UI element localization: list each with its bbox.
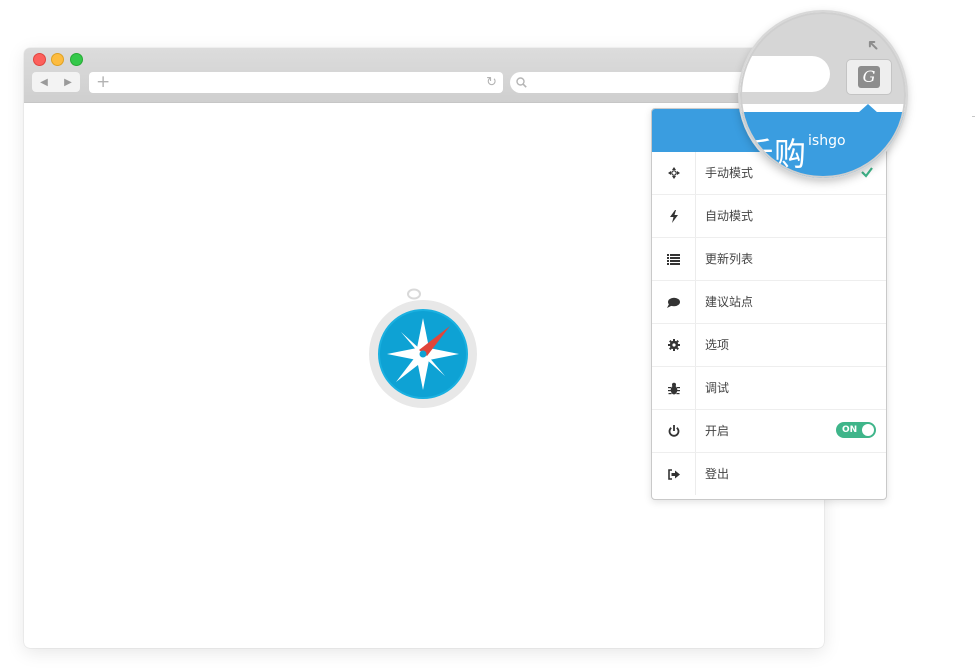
zoom-window-button[interactable] — [70, 53, 83, 66]
nav-buttons: ◀ ▶ — [32, 72, 80, 92]
address-bar[interactable]: + ↻ — [89, 72, 503, 93]
reload-icon[interactable]: ↻ — [486, 72, 497, 93]
sign-out-icon — [652, 453, 695, 495]
minimize-window-button[interactable] — [51, 53, 64, 66]
list-icon — [652, 238, 695, 280]
forward-arrow-icon[interactable]: ▶ — [64, 77, 72, 88]
brand-sup: ishgo — [808, 133, 846, 150]
safari-compass-icon — [369, 288, 477, 408]
search-icon — [516, 77, 527, 88]
power-icon — [652, 410, 695, 452]
magnified-search-bar — [740, 56, 830, 92]
menu-item-suggest-site[interactable]: 建议站点 — [652, 281, 886, 324]
menu-item-logout[interactable]: 登出 — [652, 453, 886, 495]
gear-icon — [652, 324, 695, 366]
magnifier-callout: ➜ G 斤购 ishgo — [740, 12, 906, 178]
enable-toggle[interactable]: ON — [836, 422, 876, 438]
back-arrow-icon[interactable]: ◀ — [40, 77, 48, 88]
popup-menu: 手动模式 自动模式 更新列表 建议站点 选项 调试 开启 ON 登出 — [652, 152, 886, 495]
toggle-state-label: ON — [842, 425, 858, 435]
menu-item-update-list[interactable]: 更新列表 — [652, 238, 886, 281]
plus-icon[interactable]: + — [96, 72, 110, 93]
decorative-dot — [972, 116, 975, 117]
brand-name: 斤购 — [742, 135, 807, 173]
menu-item-auto-mode[interactable]: 自动模式 — [652, 195, 886, 238]
crosshair-icon — [652, 152, 695, 194]
menu-item-debug[interactable]: 调试 — [652, 367, 886, 410]
close-window-button[interactable] — [33, 53, 46, 66]
menu-item-enable[interactable]: 开启 ON — [652, 410, 886, 453]
toggle-knob — [862, 424, 874, 436]
menu-item-label: 选项 — [705, 338, 730, 352]
menu-item-label: 建议站点 — [705, 295, 754, 309]
lightning-icon — [652, 195, 695, 237]
menu-item-label: 登出 — [705, 467, 730, 481]
menu-item-label: 更新列表 — [705, 252, 754, 266]
bug-icon — [652, 367, 695, 409]
browser-toolbar: ◀ ▶ + ↻ — [24, 48, 824, 103]
extension-toolbar-button[interactable]: G — [846, 59, 892, 95]
magnified-brand-text: 斤购 ishgo — [742, 129, 846, 175]
speech-bubble-icon — [652, 281, 695, 323]
menu-item-options[interactable]: 选项 — [652, 324, 886, 367]
menu-item-label: 调试 — [705, 381, 730, 395]
menu-item-label: 开启 — [705, 424, 730, 438]
checkmark-icon — [857, 169, 869, 178]
menu-item-label: 自动模式 — [705, 209, 754, 223]
extension-logo-icon: G — [858, 66, 880, 88]
